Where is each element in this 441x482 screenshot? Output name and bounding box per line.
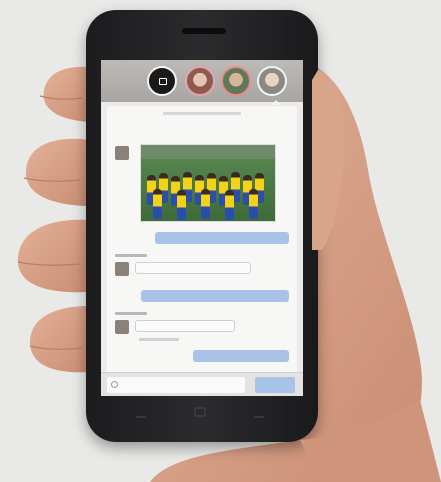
chat-head-avatar[interactable] (221, 66, 251, 96)
send-button[interactable] (255, 377, 295, 393)
back-icon[interactable] (136, 410, 146, 418)
active-chat-pointer (271, 100, 281, 105)
outgoing-message[interactable] (193, 350, 289, 362)
player (201, 189, 210, 219)
home-icon[interactable] (194, 407, 206, 417)
outgoing-message[interactable] (141, 290, 289, 302)
player (153, 189, 162, 219)
stadium-stand (141, 145, 275, 159)
speaker-grille (182, 28, 226, 34)
incoming-message[interactable] (135, 262, 251, 274)
messages-chat-head[interactable] (147, 66, 177, 96)
chat-head-avatar[interactable] (185, 66, 215, 96)
player (249, 189, 258, 219)
photo-scene (0, 0, 441, 482)
sender-name (115, 254, 147, 257)
message-meta (139, 338, 179, 341)
outgoing-message[interactable] (155, 232, 289, 244)
message-icon (159, 78, 167, 85)
avatar (115, 320, 129, 334)
team-photo[interactable] (140, 144, 276, 222)
chat-heads-bar (101, 60, 303, 105)
sender-name (115, 312, 147, 315)
smartphone (86, 10, 318, 442)
conversation-panel (107, 106, 297, 376)
avatar (115, 146, 129, 160)
message-composer (101, 372, 303, 396)
message-input[interactable] (107, 377, 245, 393)
conversation-title (163, 112, 241, 115)
avatar (115, 262, 129, 276)
chat-head-avatar[interactable] (257, 66, 287, 96)
emoji-icon[interactable] (111, 381, 118, 388)
phone-screen (101, 60, 303, 396)
player (177, 190, 186, 220)
incoming-message[interactable] (135, 320, 235, 332)
navigation-keys (86, 402, 318, 426)
player (225, 190, 234, 220)
menu-icon[interactable] (254, 410, 264, 418)
